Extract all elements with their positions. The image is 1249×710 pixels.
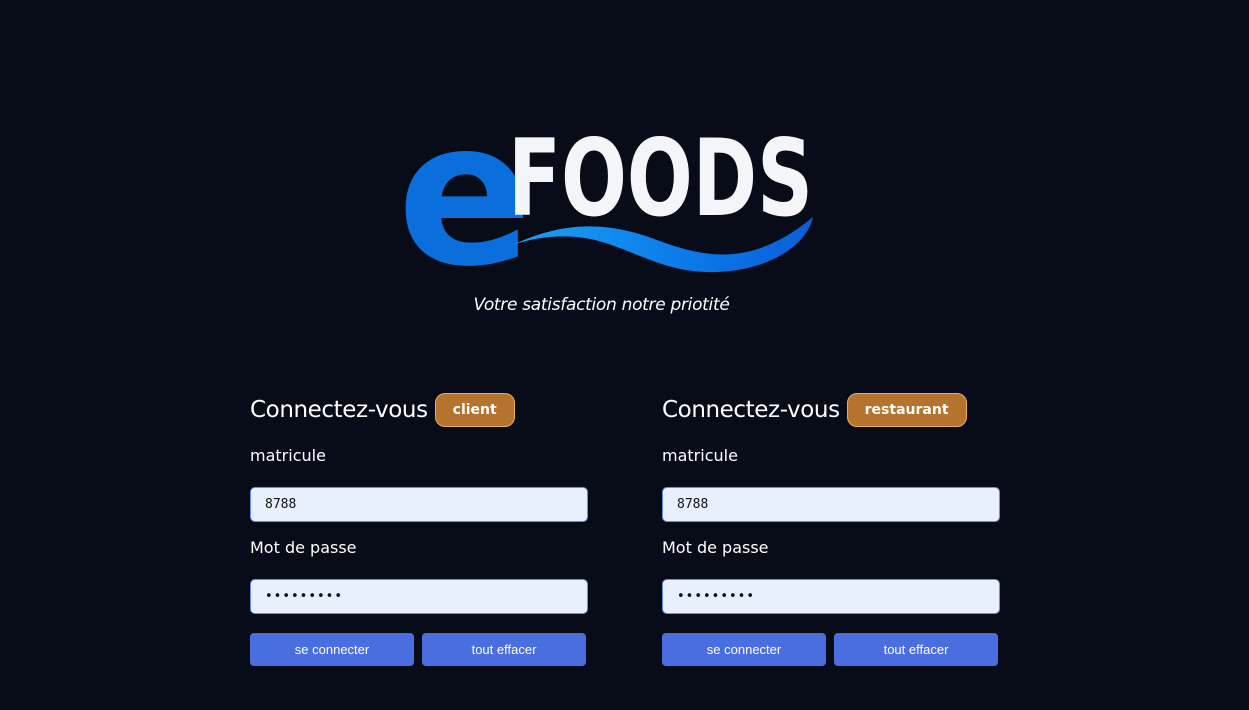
efoods-logo: e FOODS: [397, 78, 813, 280]
restaurant-matricule-label: matricule: [662, 446, 738, 465]
restaurant-connect-button[interactable]: se connecter: [662, 633, 826, 666]
restaurant-login-form: Connectez-vous restaurant matricule Mot …: [662, 392, 1000, 666]
client-form-buttons: se connecter tout effacer: [250, 633, 586, 666]
restaurant-matricule-input[interactable]: [662, 487, 1000, 522]
restaurant-form-title: Connectez-vous: [662, 397, 840, 423]
client-login-form: Connectez-vous client matricule Mot de p…: [250, 392, 588, 666]
restaurant-clear-button[interactable]: tout effacer: [834, 633, 998, 666]
login-page: e FOODS Votre satisfaction notre priotit…: [0, 0, 1249, 710]
restaurant-password-label: Mot de passe: [662, 538, 769, 557]
restaurant-password-input[interactable]: [662, 579, 1000, 614]
logo-word-foods: FOODS: [508, 117, 813, 240]
tagline: Votre satisfaction notre priotité: [473, 295, 730, 315]
restaurant-form-buttons: se connecter tout effacer: [662, 633, 998, 666]
client-clear-button[interactable]: tout effacer: [422, 633, 586, 666]
client-role-badge[interactable]: client: [434, 393, 515, 427]
client-password-label: Mot de passe: [250, 538, 357, 557]
client-password-input[interactable]: [250, 579, 588, 614]
client-matricule-input[interactable]: [250, 487, 588, 522]
client-matricule-label: matricule: [250, 446, 326, 465]
restaurant-role-badge[interactable]: restaurant: [846, 393, 967, 427]
client-form-heading: Connectez-vous client: [250, 392, 588, 428]
client-form-title: Connectez-vous: [250, 397, 428, 423]
client-connect-button[interactable]: se connecter: [250, 633, 414, 666]
restaurant-form-heading: Connectez-vous restaurant: [662, 392, 1000, 428]
